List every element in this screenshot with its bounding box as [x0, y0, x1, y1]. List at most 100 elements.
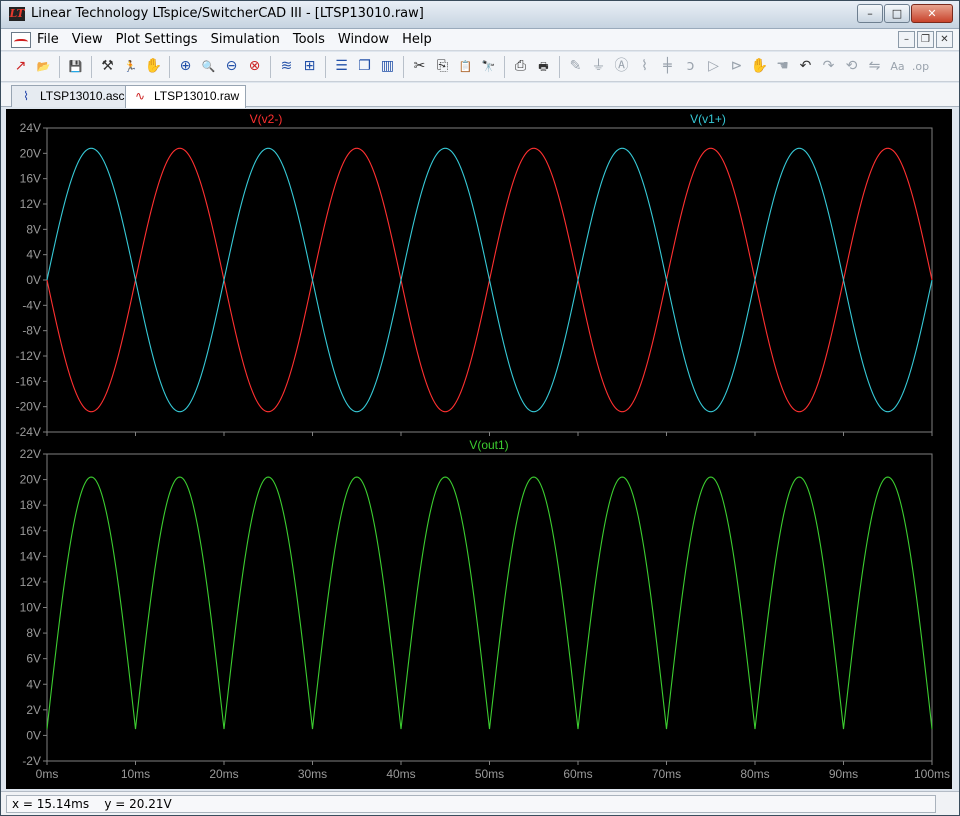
toolbar-separator [270, 55, 271, 78]
y-tick-label: 8V [26, 626, 41, 640]
tab-schematic[interactable]: ⌇ LTSP13010.asc [11, 85, 132, 107]
cut-icon[interactable]: ✂ [408, 55, 431, 78]
text-icon[interactable]: Aa [886, 55, 909, 78]
move-icon[interactable]: ✋ [748, 55, 771, 78]
title-bar[interactable]: LT Linear Technology LTspice/SwitcherCAD… [1, 1, 959, 29]
menu-file[interactable]: File [37, 32, 59, 47]
menu-plot-settings[interactable]: Plot Settings [116, 32, 198, 47]
mdi-minimize-button[interactable]: – [898, 31, 915, 48]
zoom-full-icon[interactable]: 🔍 [197, 55, 220, 78]
y-tick-label: 16V [20, 172, 41, 186]
x-tick-label: 80ms [740, 767, 769, 781]
y-tick-label: 2V [26, 703, 41, 717]
waveform-plot-area[interactable]: 24V 20V 16V 12V 8V 4V 0V -4V -8V -12V -16V -20V -24V… [6, 109, 952, 789]
mdi-restore-button[interactable]: ❐ [917, 31, 934, 48]
save-icon[interactable]: 💾 [64, 55, 87, 78]
wire-icon[interactable]: ✎ [564, 55, 587, 78]
inductor-icon[interactable]: ↄ [679, 55, 702, 78]
menu-window[interactable]: Window [338, 32, 389, 47]
label-icon[interactable]: Ⓐ [610, 55, 633, 78]
undo-icon[interactable]: ↶ [794, 55, 817, 78]
y-tick-label: 18V [20, 498, 41, 512]
x-tick-label: 50ms [475, 767, 504, 781]
tab-bar: ⌇ LTSP13010.asc ∿ LTSP13010.raw [1, 83, 959, 108]
x-tick-label: 30ms [298, 767, 327, 781]
autorange-icon[interactable]: ≋ [275, 55, 298, 78]
paste-icon[interactable]: 📋 [454, 55, 477, 78]
mark-icon[interactable]: ⊞ [298, 55, 321, 78]
pan-hand-icon[interactable]: ✋ [142, 55, 165, 78]
spice-directive-icon[interactable]: .op [909, 55, 932, 78]
run-icon[interactable]: 🏃 [119, 55, 142, 78]
y-tick-label: 14V [20, 549, 41, 563]
x-tick-label: 0ms [36, 767, 59, 781]
y-tick-label: 8V [26, 222, 41, 236]
diode-icon[interactable]: ▷ [702, 55, 725, 78]
redo-icon[interactable]: ↷ [817, 55, 840, 78]
cascade-icon[interactable]: ❐ [353, 55, 376, 78]
control-panel-icon[interactable]: ⚒ [96, 55, 119, 78]
cancel-zoom-icon[interactable]: ⊗ [243, 55, 266, 78]
mirror-icon[interactable]: ⇋ [863, 55, 886, 78]
y-tick-label: 0V [26, 273, 41, 287]
menu-simulation[interactable]: Simulation [211, 32, 280, 47]
tab-waveform[interactable]: ∿ LTSP13010.raw [125, 85, 247, 108]
y-tick-label: -4V [22, 298, 41, 312]
y-tick-label: 16V [20, 524, 41, 538]
y-tick-label: 12V [20, 575, 41, 589]
document-waveform-icon[interactable] [11, 32, 31, 48]
open-folder-icon[interactable]: 📂 [32, 55, 55, 78]
y-tick-label: -2V [22, 754, 41, 768]
y-tick-label: 24V [20, 121, 41, 135]
menu-tools[interactable]: Tools [293, 32, 325, 47]
series-line-v-out1- [46, 476, 933, 730]
find-icon[interactable]: 🔭 [477, 55, 500, 78]
x-tick-label: 60ms [563, 767, 592, 781]
app-window: LT Linear Technology LTspice/SwitcherCAD… [0, 0, 960, 816]
resistor-icon[interactable]: ⌇ [633, 55, 656, 78]
toolbar-separator [91, 55, 92, 78]
new-schematic-icon[interactable]: ↗ [9, 55, 32, 78]
print-icon[interactable]: 🖶 [532, 55, 555, 78]
ground-icon[interactable]: ⏚ [587, 55, 610, 78]
waveform-icon: ∿ [134, 89, 146, 103]
y-tick-label: -16V [16, 374, 41, 388]
y-tick-label: 12V [20, 197, 41, 211]
tab-label: LTSP13010.asc [40, 89, 125, 103]
menu-view[interactable]: View [72, 32, 103, 47]
menu-bar: File View Plot Settings Simulation Tools Wind… [1, 29, 959, 51]
zoom-in-icon[interactable]: ⊕ [174, 55, 197, 78]
drag-icon[interactable]: ☚ [771, 55, 794, 78]
menu-help[interactable]: Help [402, 32, 432, 47]
window-title: Linear Technology LTspice/SwitcherCAD II… [31, 6, 424, 21]
plot-pane-frame [46, 453, 933, 762]
series-line-v-v1- [46, 147, 933, 413]
component-icon[interactable]: ⊳ [725, 55, 748, 78]
y-tick-label: 6V [26, 652, 41, 666]
x-tick-label: 100ms [914, 767, 950, 781]
close-button[interactable]: ✕ [911, 4, 953, 23]
x-tick-label: 40ms [386, 767, 415, 781]
tile-horizontal-icon[interactable]: ☰ [330, 55, 353, 78]
x-tick-label: 10ms [121, 767, 150, 781]
y-tick-label: 10V [20, 601, 41, 615]
zoom-out-icon[interactable]: ⊖ [220, 55, 243, 78]
y-tick-label: -24V [16, 425, 41, 439]
capacitor-icon[interactable]: ╪ [656, 55, 679, 78]
maximize-button[interactable]: □ [884, 4, 910, 23]
rotate-icon[interactable]: ⟲ [840, 55, 863, 78]
x-tick-label: 90ms [829, 767, 858, 781]
mdi-close-button[interactable]: ✕ [936, 31, 953, 48]
y-tick-label: 20V [20, 473, 41, 487]
x-tick-label: 20ms [209, 767, 238, 781]
trace-legend-label: V(v2-) [250, 112, 283, 126]
toolbar-separator [403, 55, 404, 78]
waveform-plot[interactable]: 24V 20V 16V 12V 8V 4V 0V -4V -8V -12V -16V -20V -24V… [6, 109, 952, 789]
y-tick-label: -8V [22, 324, 41, 338]
ltspice-logo-icon[interactable]: LT [9, 7, 25, 21]
print-preview-icon[interactable]: ⎙ [509, 55, 532, 78]
tile-vertical-icon[interactable]: ▥ [376, 55, 399, 78]
x-tick-label: 70ms [652, 767, 681, 781]
minimize-button[interactable]: – [857, 4, 883, 23]
copy-icon[interactable]: ⎘ [431, 55, 454, 78]
